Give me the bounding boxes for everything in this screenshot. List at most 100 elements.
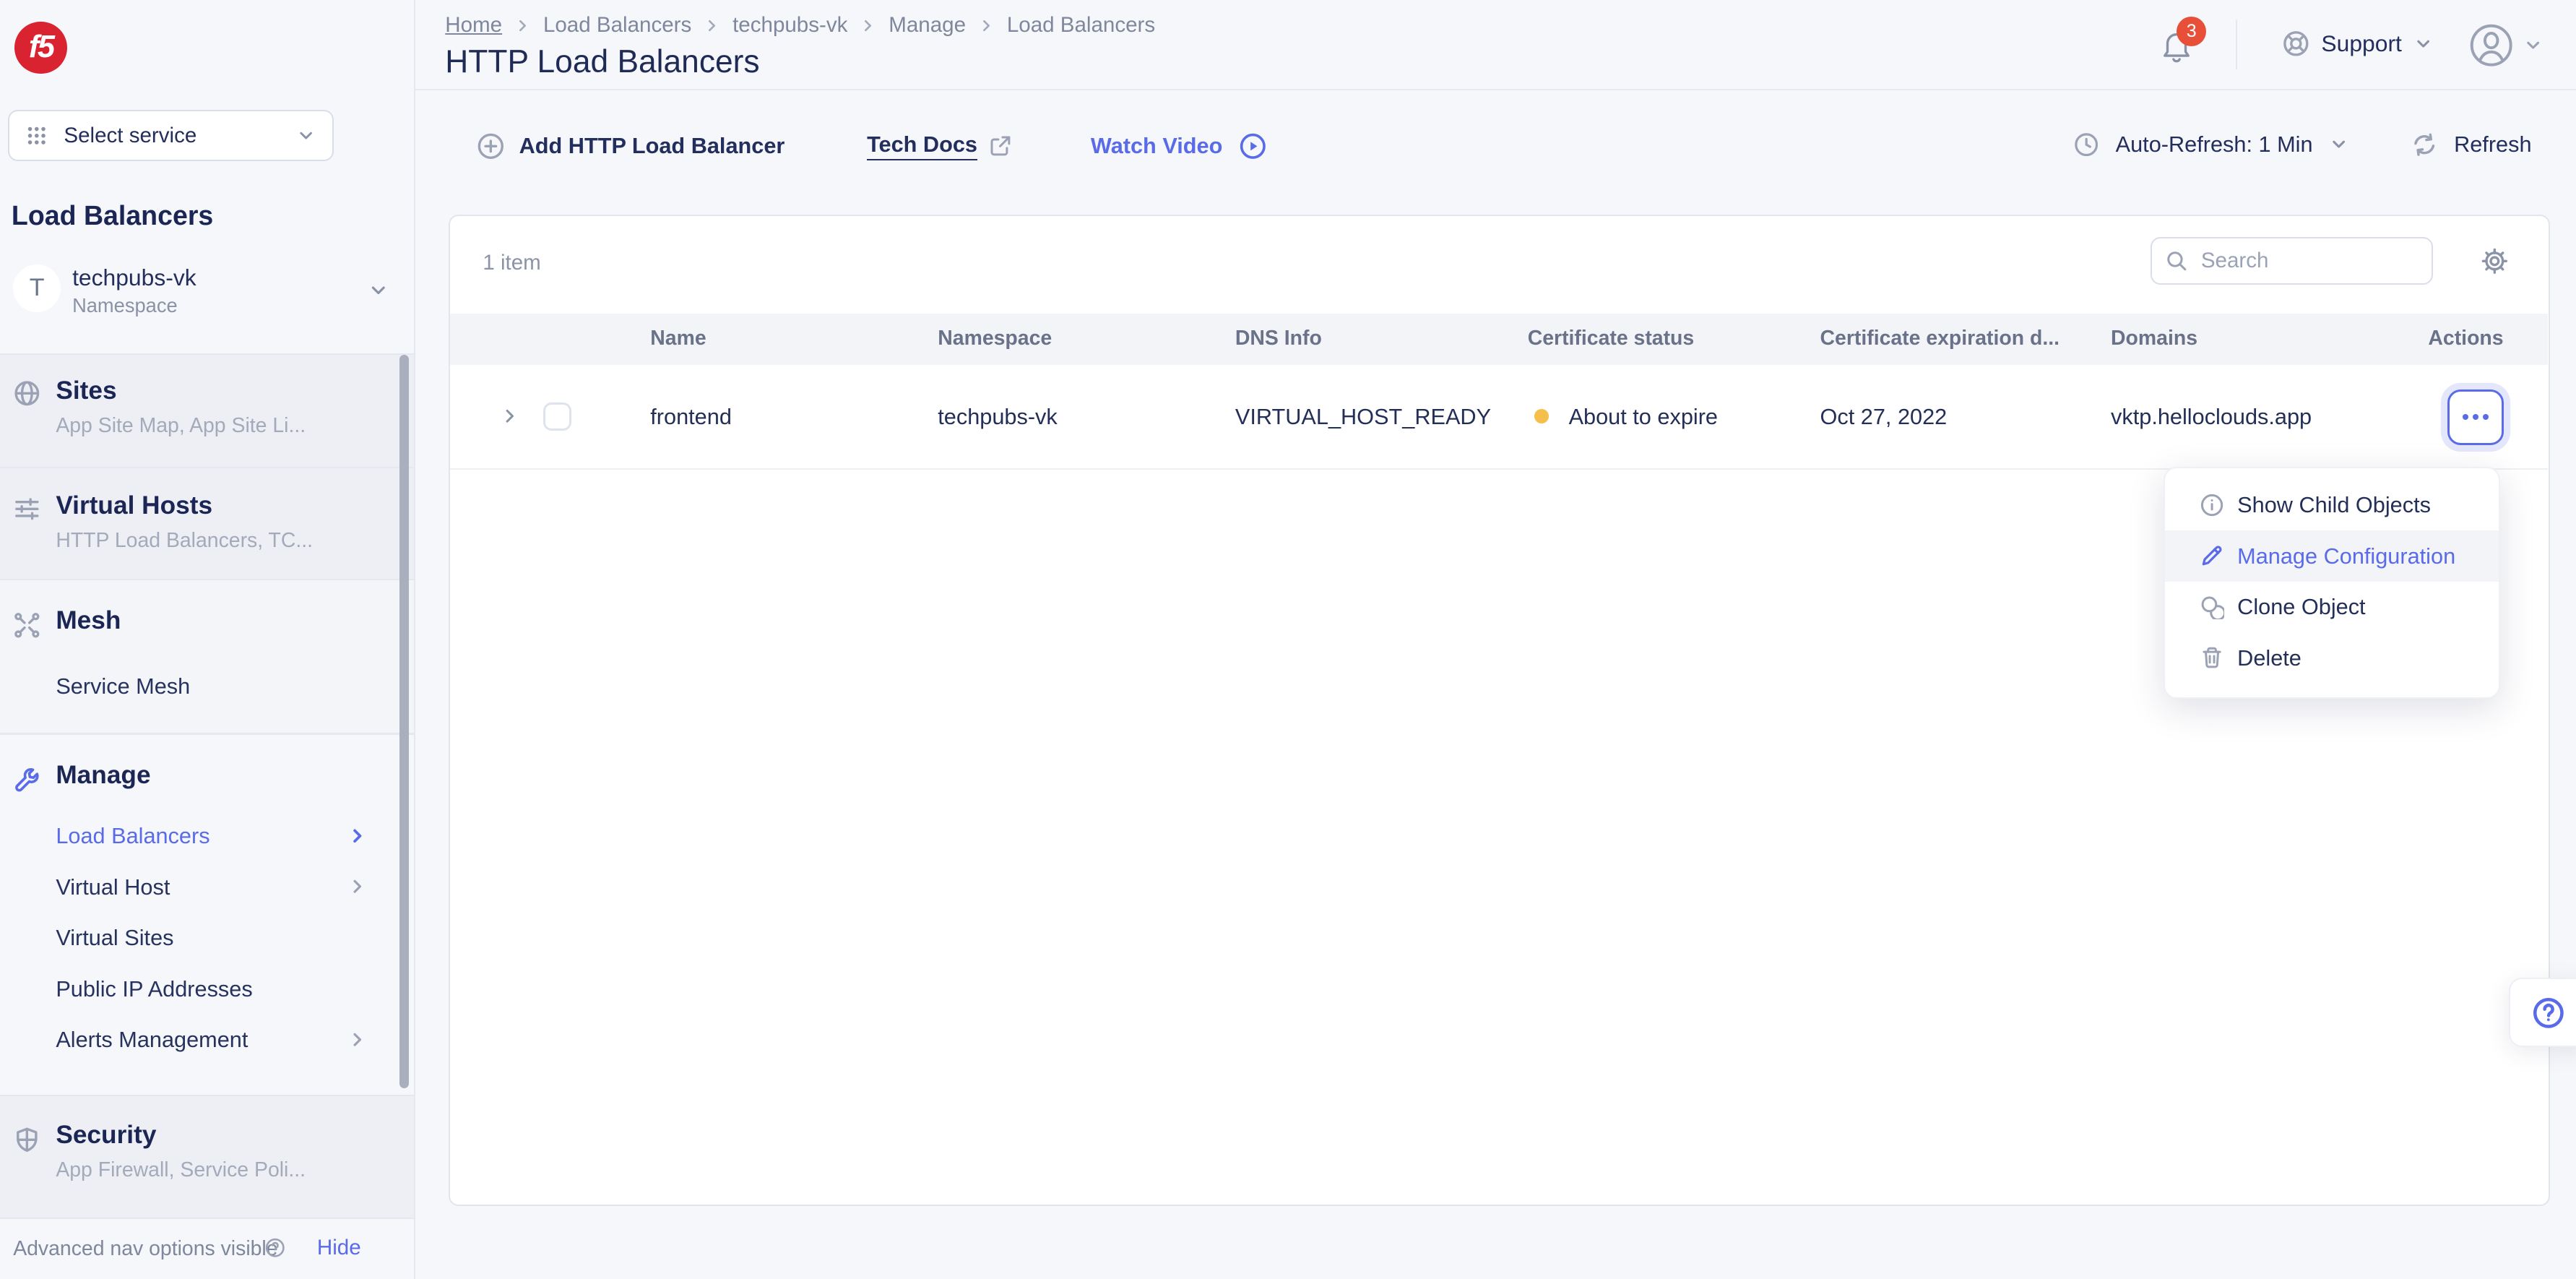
- certificate-status-dot: [1534, 409, 1549, 423]
- sidebar-item-virtual-sites[interactable]: Virtual Sites: [56, 925, 173, 951]
- trash-icon: [2200, 645, 2224, 670]
- namespace-selector[interactable]: T techpubs-vk Namespace: [0, 259, 415, 329]
- chevron-right-icon[interactable]: [347, 825, 368, 847]
- search-input[interactable]: [2201, 249, 2415, 273]
- add-http-load-balancer-button[interactable]: Add HTTP Load Balancer: [477, 132, 785, 160]
- menu-item-manage-configuration[interactable]: Manage Configuration: [2165, 530, 2499, 582]
- breadcrumb-item[interactable]: Load Balancers: [1007, 13, 1155, 38]
- chevron-down-icon: [368, 280, 389, 301]
- namespace-name: techpubs-vk: [72, 264, 196, 291]
- menu-item-show-child-objects[interactable]: Show Child Objects: [2165, 480, 2499, 531]
- virtual-hosts-icon: [13, 495, 41, 523]
- table-row[interactable]: frontend techpubs-vk VIRTUAL_HOST_READY …: [450, 365, 2548, 470]
- cell-certificate-status: About to expire: [1569, 404, 1718, 430]
- cell-name[interactable]: frontend: [650, 404, 732, 430]
- sidebar-item-alerts-management[interactable]: Alerts Management: [56, 1027, 248, 1053]
- tech-docs-label: Tech Docs: [867, 132, 977, 160]
- sidebar-footer: Advanced nav options visible Hide: [0, 1218, 415, 1279]
- sidebar-item-service-mesh[interactable]: Service Mesh: [56, 673, 190, 699]
- breadcrumb-item[interactable]: Manage: [889, 13, 966, 38]
- column-header-name[interactable]: Name: [650, 327, 706, 350]
- sidebar-section-title: Load Balancers: [12, 200, 213, 231]
- top-header: Home Load Balancers techpubs-vk Manage L…: [415, 0, 2576, 90]
- chevron-right-icon[interactable]: [347, 876, 368, 897]
- support-menu[interactable]: Support: [2282, 30, 2433, 58]
- row-checkbox[interactable]: [543, 402, 571, 431]
- help-circle-icon: [264, 1237, 286, 1259]
- table-search[interactable]: [2151, 237, 2433, 285]
- breadcrumb-home[interactable]: Home: [445, 13, 502, 38]
- cell-dns-info: VIRTUAL_HOST_READY: [1235, 404, 1491, 430]
- sidebar-item-virtual-host[interactable]: Virtual Host: [56, 874, 170, 900]
- user-menu[interactable]: [2469, 23, 2543, 67]
- wrench-icon: [13, 766, 41, 794]
- namespace-type-label: Namespace: [72, 294, 178, 317]
- user-avatar-icon: [2469, 23, 2513, 67]
- sidebar-group-title: Manage: [56, 761, 150, 790]
- sidebar-item-load-balancers[interactable]: Load Balancers: [56, 823, 209, 849]
- sidebar-item-subtitle: HTTP Load Balancers, TC...: [56, 529, 313, 553]
- help-button[interactable]: [2509, 978, 2576, 1047]
- menu-item-delete[interactable]: Delete: [2165, 632, 2499, 684]
- column-header-namespace[interactable]: Namespace: [938, 327, 1052, 350]
- sidebar-item-sites[interactable]: Sites App Site Map, App Site Li...: [0, 355, 414, 467]
- column-header-certificate-expiration[interactable]: Certificate expiration d...: [1820, 327, 2060, 350]
- sidebar-group-manage: Manage Load Balancers Virtual Host Virtu…: [0, 735, 414, 1095]
- menu-item-clone-object[interactable]: Clone Object: [2165, 582, 2499, 633]
- chevron-down-icon: [296, 126, 316, 145]
- sidebar-group-mesh: Mesh Service Mesh: [0, 580, 414, 733]
- header-divider: [2236, 20, 2237, 69]
- sidebar-item-label: Sites: [56, 376, 116, 405]
- chevron-right-icon[interactable]: [347, 1029, 368, 1051]
- globe-icon: [13, 379, 41, 408]
- f5-logo: f5: [14, 22, 67, 74]
- row-actions-menu: Show Child Objects Manage Configuration …: [2164, 467, 2500, 699]
- cell-certificate-expiration: Oct 27, 2022: [1820, 404, 1948, 430]
- pencil-icon: [2200, 543, 2224, 568]
- chevron-right-icon: [859, 17, 877, 35]
- sidebar-item-security[interactable]: Security App Firewall, Service Poli...: [0, 1096, 414, 1218]
- chevron-right-icon: [977, 17, 995, 35]
- refresh-button[interactable]: Refresh: [2454, 132, 2531, 158]
- chevron-right-icon: [514, 17, 532, 35]
- shield-icon: [13, 1126, 41, 1154]
- sidebar-item-subtitle: App Site Map, App Site Li...: [56, 414, 306, 438]
- lifebuoy-icon: [2282, 30, 2310, 58]
- table-header-row: Name Namespace DNS Info Certificate stat…: [450, 314, 2548, 365]
- sidebar-item-virtual-hosts[interactable]: Virtual Hosts HTTP Load Balancers, TC...: [0, 468, 414, 578]
- select-service-dropdown[interactable]: Select service: [8, 110, 333, 161]
- watch-video-link[interactable]: Watch Video: [1091, 132, 1267, 160]
- sidebar-item-label: Security: [56, 1121, 156, 1150]
- info-circle-icon: [2200, 493, 2224, 517]
- page-title: HTTP Load Balancers: [445, 44, 759, 80]
- tech-docs-link[interactable]: Tech Docs: [867, 132, 1012, 160]
- breadcrumb: Home Load Balancers techpubs-vk Manage L…: [445, 13, 1155, 38]
- namespace-avatar: T: [13, 264, 61, 312]
- cell-domains: vktp.helloclouds.app: [2111, 404, 2312, 430]
- breadcrumb-item[interactable]: Load Balancers: [543, 13, 691, 38]
- sidebar-item-public-ip-addresses[interactable]: Public IP Addresses: [56, 976, 252, 1002]
- support-label: Support: [2321, 30, 2401, 57]
- expand-row-icon[interactable]: [499, 405, 521, 427]
- column-header-certificate-status[interactable]: Certificate status: [1528, 327, 1694, 350]
- sidebar-scrollbar[interactable]: [399, 355, 410, 1088]
- external-link-icon: [989, 134, 1012, 158]
- auto-refresh-selector[interactable]: Auto-Refresh: 1 Min: [2116, 132, 2313, 158]
- chevron-down-icon[interactable]: [2329, 134, 2348, 154]
- column-header-domains[interactable]: Domains: [2111, 327, 2197, 350]
- select-service-label: Select service: [64, 124, 295, 148]
- column-header-actions: Actions: [2356, 327, 2504, 350]
- gear-icon[interactable]: [2481, 247, 2509, 275]
- breadcrumb-item[interactable]: techpubs-vk: [732, 13, 847, 38]
- page-toolbar: Add HTTP Load Balancer Tech Docs Watch V…: [415, 90, 2576, 214]
- play-circle-icon: [1239, 132, 1267, 160]
- advanced-nav-label: Advanced nav options visible: [13, 1237, 277, 1261]
- notification-badge: 3: [2177, 17, 2206, 46]
- column-header-dns-info[interactable]: DNS Info: [1235, 327, 1322, 350]
- sidebar-group-title: Mesh: [56, 606, 121, 635]
- row-actions-button[interactable]: [2447, 389, 2503, 445]
- hide-link[interactable]: Hide: [317, 1236, 361, 1260]
- cell-namespace: techpubs-vk: [938, 404, 1057, 430]
- sidebar-item-subtitle: App Firewall, Service Poli...: [56, 1158, 306, 1182]
- sidebar: f5 Select service Load Balancers T techp…: [0, 0, 415, 1279]
